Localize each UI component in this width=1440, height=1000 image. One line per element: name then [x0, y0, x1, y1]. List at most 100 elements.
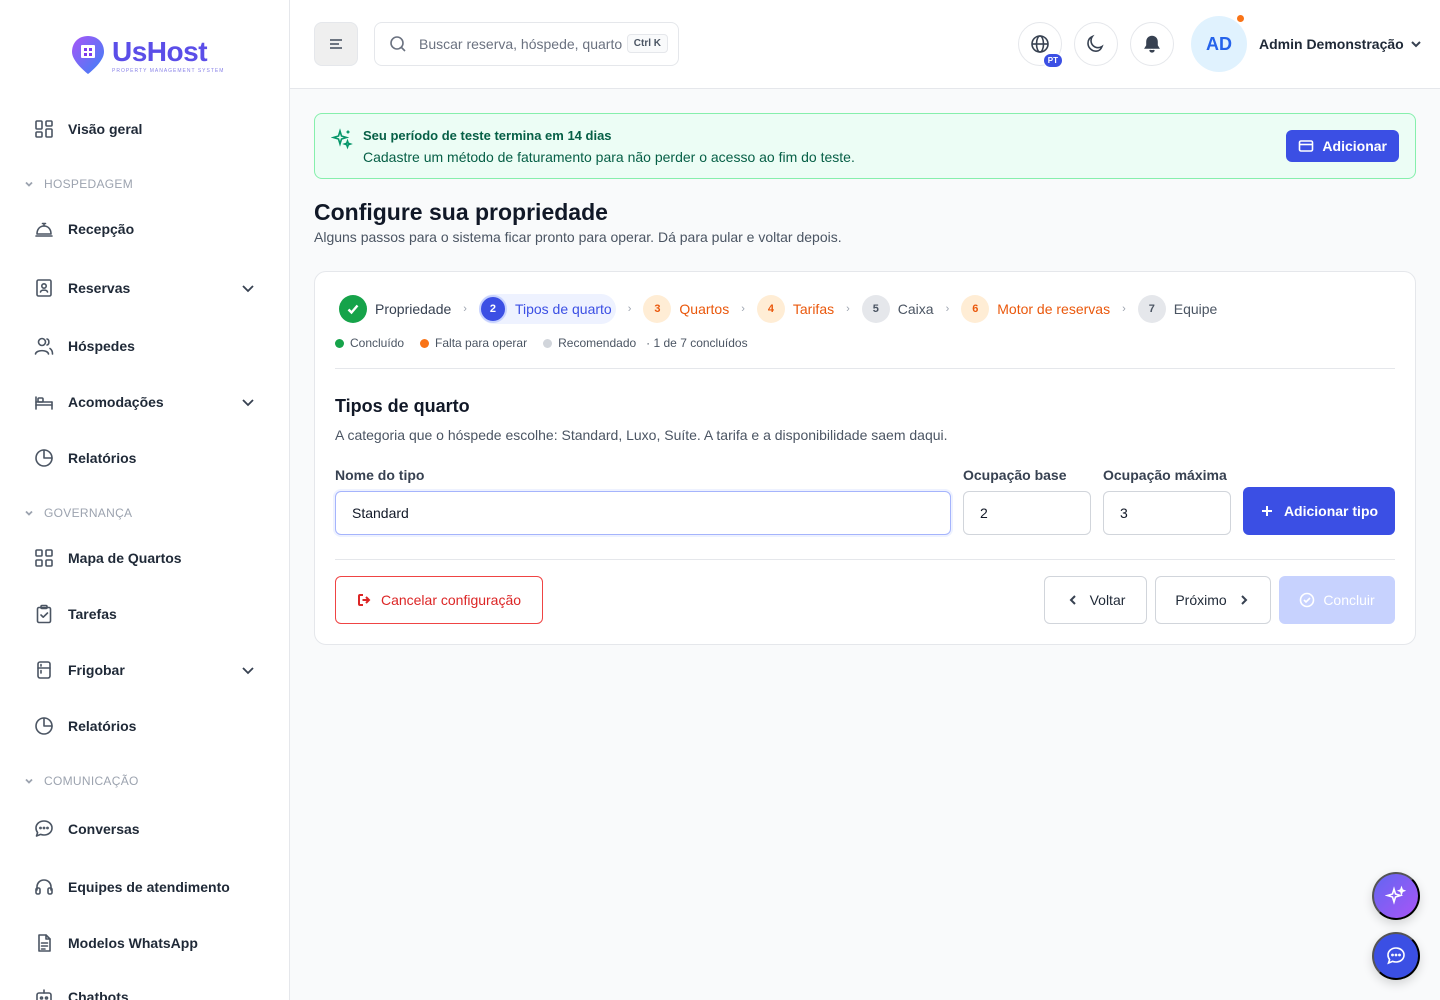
sidebar: UsHost PROPERTY MANAGEMENT SYSTEM Visão …: [0, 0, 290, 1000]
sidebar-item-mapa-quartos[interactable]: Mapa de Quartos: [34, 546, 256, 570]
next-button[interactable]: Próximo: [1155, 576, 1271, 624]
sidebar-item-label: Tarefas: [68, 606, 117, 622]
sparkles-icon: [330, 128, 353, 150]
dashboard-grid-icon: [34, 119, 54, 139]
user-menu[interactable]: Admin Demonstração: [1259, 36, 1422, 52]
setup-wizard-card: Propriedade › 2 Tipos de quarto › 3 Quar…: [314, 271, 1416, 645]
step-tarifas[interactable]: 4 Tarifas: [756, 294, 834, 324]
base-occupancy-input[interactable]: [963, 491, 1091, 535]
grid-icon: [34, 548, 54, 568]
sidebar-item-modelos-whatsapp[interactable]: Modelos WhatsApp: [34, 931, 256, 955]
step-number: 2: [478, 295, 507, 323]
add-room-type-button[interactable]: Adicionar tipo: [1243, 487, 1395, 535]
trial-banner: Seu período de teste termina em 14 dias …: [314, 113, 1416, 179]
step-label: Propriedade: [375, 301, 452, 317]
users-icon: [34, 336, 54, 356]
sidebar-item-label: Recepção: [68, 221, 135, 237]
sidebar-item-reservas[interactable]: Reservas: [34, 276, 256, 300]
step-separator: ›: [1122, 303, 1126, 315]
step-quartos[interactable]: 3 Quartos: [643, 294, 729, 324]
max-occupancy-input[interactable]: [1103, 491, 1231, 535]
sidebar-item-hospedes[interactable]: Hóspedes: [34, 334, 256, 358]
user-avatar[interactable]: AD: [1191, 14, 1247, 72]
avatar-initials: AD: [1206, 33, 1232, 54]
sidebar-item-acomodacoes[interactable]: Acomodações: [34, 390, 256, 414]
step-tipos-de-quarto[interactable]: 2 Tipos de quarto: [478, 294, 616, 324]
step-separator: ›: [945, 303, 950, 315]
pie-chart-icon: [34, 716, 54, 736]
menu-icon: [330, 39, 342, 49]
search-box[interactable]: Ctrl K: [374, 22, 679, 66]
sidebar-item-relatorios[interactable]: Relatórios: [34, 446, 256, 470]
room-type-name-input[interactable]: [335, 491, 951, 535]
page-subtitle: Alguns passos para o sistema ficar pront…: [314, 229, 842, 245]
pie-chart-icon: [34, 448, 54, 468]
section-hospedagem[interactable]: HOSPEDAGEM: [24, 177, 133, 191]
globe-icon: [1031, 35, 1049, 53]
brand-name: UsHost: [112, 35, 208, 67]
sidebar-item-label: Mapa de Quartos: [68, 550, 182, 566]
stepper: Propriedade › 2 Tipos de quarto › 3 Quar…: [339, 294, 1217, 324]
language-button[interactable]: PT: [1018, 22, 1063, 68]
sidebar-item-label: Reservas: [68, 280, 131, 296]
chevron-down-icon[interactable]: [240, 662, 256, 678]
bot-icon: [34, 987, 54, 1000]
step-label: Quartos: [679, 301, 730, 317]
sidebar-item-overview[interactable]: Visão geral: [34, 117, 256, 141]
sidebar-item-label: Hóspedes: [68, 338, 135, 354]
section-label: COMUNICAÇÃO: [44, 774, 139, 788]
cancel-setup-button[interactable]: Cancelar configuração: [335, 576, 543, 624]
page-title: Configure sua propriedade: [314, 199, 608, 225]
step-separator: ›: [627, 303, 632, 315]
step-caixa[interactable]: 5 Caixa: [861, 294, 934, 324]
ai-assistant-button[interactable]: [1372, 872, 1420, 920]
step-label: Tipos de quarto: [514, 301, 612, 317]
menu-toggle-button[interactable]: [314, 22, 358, 66]
moon-icon: [1087, 34, 1104, 53]
brand-logo[interactable]: UsHost PROPERTY MANAGEMENT SYSTEM: [70, 34, 224, 76]
status-dot: [420, 338, 430, 348]
step-separator: ›: [463, 303, 467, 315]
button-label: Concluir: [1323, 592, 1375, 608]
legend-required: Falta para operar: [420, 336, 527, 350]
chevron-down-icon[interactable]: [240, 394, 256, 410]
chat-bubble-icon: [34, 819, 54, 839]
sidebar-item-conversas[interactable]: Conversas: [34, 817, 256, 841]
clipboard-check-icon: [34, 604, 54, 624]
sidebar-item-equipes[interactable]: Equipes de atendimento: [34, 875, 256, 899]
sidebar-item-label: Modelos WhatsApp: [68, 935, 198, 951]
step-equipe[interactable]: 7 Equipe: [1137, 294, 1217, 324]
section-governanca[interactable]: GOVERNANÇA: [24, 506, 132, 520]
search-icon: [390, 36, 406, 52]
finish-button[interactable]: Concluir: [1279, 576, 1395, 624]
sidebar-item-tarefas[interactable]: Tarefas: [34, 602, 256, 626]
sidebar-item-recepcao[interactable]: Recepção: [34, 217, 256, 241]
sidebar-item-label: Visão geral: [68, 121, 143, 137]
chevron-down-icon[interactable]: [240, 280, 256, 296]
section-comunicacao[interactable]: COMUNICAÇÃO: [24, 774, 139, 788]
legend-label: Recomendado: [558, 336, 637, 350]
step-separator: ›: [846, 303, 850, 315]
divider: [335, 559, 1395, 560]
sidebar-item-label: Acomodações: [68, 394, 164, 410]
sidebar-item-relatorios-governanca[interactable]: Relatórios: [34, 714, 256, 738]
sidebar-item-chatbots[interactable]: Chatbots: [34, 985, 256, 1000]
notifications-button[interactable]: [1130, 22, 1174, 66]
theme-toggle-button[interactable]: [1074, 22, 1118, 66]
fridge-icon: [34, 660, 54, 680]
legend-recommended: Recomendado: [543, 336, 636, 350]
support-chat-button[interactable]: [1372, 932, 1420, 980]
sidebar-item-frigobar[interactable]: Frigobar: [34, 658, 256, 682]
step-propriedade[interactable]: Propriedade: [339, 294, 451, 324]
check-icon: [339, 295, 367, 323]
add-billing-button[interactable]: Adicionar: [1286, 130, 1399, 162]
sidebar-item-label: Relatórios: [68, 718, 137, 734]
online-status-dot: [1236, 14, 1245, 23]
search-input[interactable]: [419, 36, 624, 52]
button-label: Voltar: [1089, 592, 1126, 608]
step-number: 6: [961, 295, 990, 323]
sidebar-item-label: Relatórios: [68, 450, 137, 466]
back-button[interactable]: Voltar: [1044, 576, 1147, 624]
shortcut-hint: Ctrl K: [626, 34, 668, 53]
step-motor-de-reservas[interactable]: 6 Motor de reservas: [961, 294, 1110, 324]
